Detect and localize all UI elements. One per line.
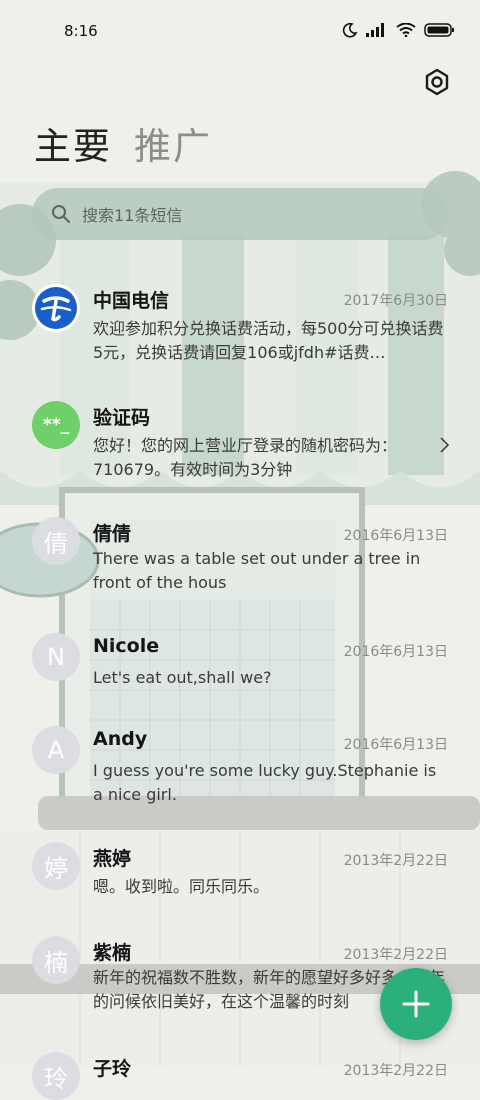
plus-icon: [402, 990, 430, 1018]
contact-name: 验证码: [93, 407, 151, 429]
contact-avatar: 婷: [32, 842, 80, 890]
contact-avatar: 楠: [32, 936, 80, 984]
contact-name: 紫楠: [93, 942, 132, 964]
avatar-text: 婷: [44, 854, 68, 883]
contact-avatar: N: [32, 633, 80, 681]
message-date: 2016年6月13日: [343, 528, 448, 544]
avatar-text: N: [47, 643, 65, 671]
message-snippet: 欢迎参加积分兑换话费活动，每500分可兑换话费5元，兑换话费请回复106或jfd…: [93, 319, 444, 362]
telecom-logo-avatar: [32, 284, 80, 332]
contact-name: 倩倩: [93, 523, 132, 545]
avatar-text: 倩: [44, 529, 68, 558]
message-date: 2013年2月22日: [343, 947, 448, 963]
contact-name: 燕婷: [93, 848, 132, 870]
status-time: 8:16: [64, 22, 98, 40]
message-date: 2016年6月13日: [343, 737, 448, 753]
avatar-text: 玲: [44, 1064, 68, 1093]
china-telecom-logo-icon: [35, 287, 77, 329]
conversation-item[interactable]: N Nicole 2016年6月13日 Let's eat out,shall …: [0, 633, 480, 713]
message-snippet: Let's eat out,shall we?: [93, 668, 272, 687]
avatar-text: A: [47, 736, 65, 764]
conversation-item[interactable]: 玲 子玲 2013年2月22日: [0, 1052, 480, 1100]
conversation-item[interactable]: 婷 燕婷 2013年2月22日 嗯。收到啦。同乐同乐。: [0, 842, 480, 922]
tab-bar: 主要 推广: [34, 116, 212, 170]
settings-gear-icon[interactable]: [421, 66, 453, 98]
message-date: 2016年6月13日: [343, 644, 448, 660]
wifi-icon: [396, 23, 416, 37]
contact-avatar: A: [32, 726, 80, 774]
contact-name: Andy: [93, 728, 148, 750]
avatar-text: 楠: [44, 948, 68, 977]
contact-name: 子玲: [93, 1058, 132, 1080]
conversation-item[interactable]: 倩 倩倩 2016年6月13日 There was a table set ou…: [0, 517, 480, 617]
chevron-right-icon[interactable]: [438, 436, 450, 454]
message-date: 2013年2月22日: [343, 853, 448, 869]
message-date: 2017年6月30日: [343, 293, 448, 309]
conversation-item[interactable]: A Andy 2016年6月13日 I guess you're some lu…: [0, 726, 480, 826]
search-bar[interactable]: 搜索11条短信: [32, 188, 448, 240]
message-date: 2013年2月22日: [343, 1063, 448, 1079]
battery-icon: [424, 23, 454, 37]
new-message-button[interactable]: [380, 968, 452, 1040]
status-icons: [342, 22, 454, 38]
message-snippet: I guess you're some lucky guy.Stephanie …: [93, 761, 437, 804]
contact-name: 中国电信: [93, 290, 170, 312]
avatar-text: **_: [42, 415, 70, 435]
contact-avatar: 倩: [32, 517, 80, 565]
contact-avatar: 玲: [32, 1052, 80, 1100]
message-snippet: 嗯。收到啦。同乐同乐。: [93, 877, 270, 896]
message-snippet: 您好！您的网上营业厅登录的随机密码为：710679。有效时间为3分钟: [93, 436, 398, 479]
contact-name: Nicole: [93, 635, 160, 657]
signal-icon: [366, 23, 384, 37]
tab-primary[interactable]: 主要: [34, 116, 112, 170]
contact-avatar: **_: [32, 401, 80, 449]
status-bar: 8:16: [0, 0, 480, 62]
search-placeholder: 搜索11条短信: [82, 206, 183, 225]
tab-promotions[interactable]: 推广: [134, 116, 212, 170]
search-icon: [52, 205, 71, 224]
moon-icon: [342, 22, 358, 38]
message-snippet: There was a table set out under a tree i…: [93, 549, 421, 592]
conversation-item[interactable]: **_ 验证码 您好！您的网上营业厅登录的随机密码为：710679。有效时间为3…: [0, 401, 480, 501]
conversation-item[interactable]: 中国电信 2017年6月30日 欢迎参加积分兑换话费活动，每500分可兑换话费5…: [0, 284, 480, 384]
